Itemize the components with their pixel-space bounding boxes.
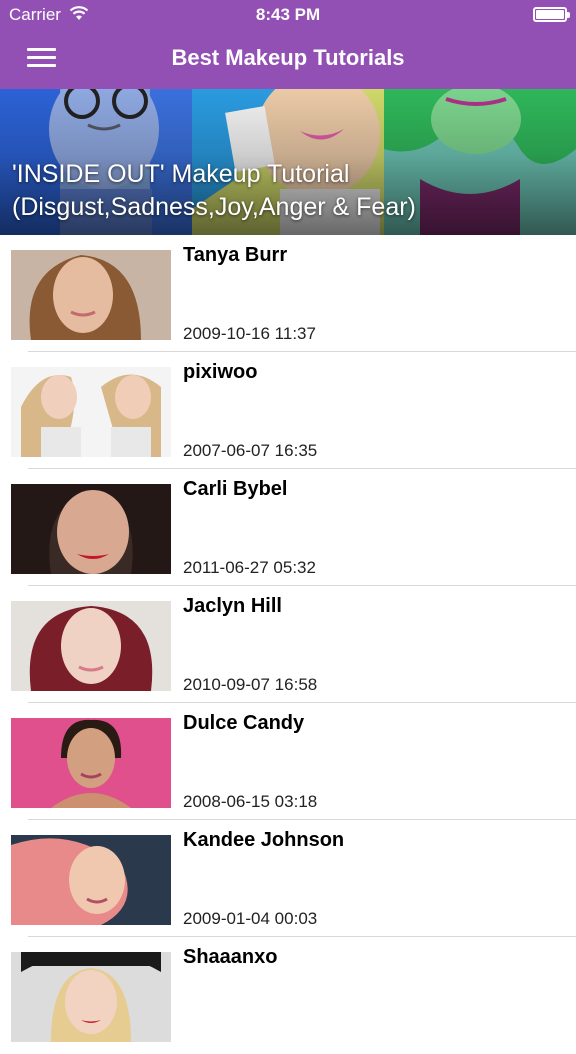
channel-name: pixiwoo xyxy=(183,361,258,383)
channel-date: 2010-09-07 16:58 xyxy=(183,675,318,694)
featured-video-title: 'INSIDE OUT' Makeup Tutorial (Disgust,Sa… xyxy=(12,158,572,224)
channel-thumbnail xyxy=(11,484,171,574)
channel-thumbnail xyxy=(11,250,171,340)
channel-name: Jaclyn Hill xyxy=(183,595,282,617)
status-bar: Carrier 8:43 PM xyxy=(0,0,576,30)
channel-thumbnail xyxy=(11,718,171,808)
channel-thumbnail xyxy=(11,367,171,457)
list-item[interactable]: Kandee Johnson 2009-01-04 00:03 xyxy=(0,820,576,937)
channel-name: Dulce Candy xyxy=(183,712,305,734)
channel-date: 2011-06-27 05:32 xyxy=(183,558,316,577)
channel-name: Carli Bybel xyxy=(183,478,288,500)
channel-date: 2009-10-16 11:37 xyxy=(183,324,316,343)
channel-date: 2009-01-04 00:03 xyxy=(183,909,318,928)
channel-name: Shaaanxo xyxy=(183,946,278,968)
list-item[interactable]: Shaaanxo xyxy=(0,937,576,1054)
channel-name: Tanya Burr xyxy=(183,244,288,266)
channel-date: 2008-06-15 03:18 xyxy=(183,792,318,811)
channel-date: 2007-06-07 16:35 xyxy=(183,441,318,460)
featured-video-banner[interactable]: 'INSIDE OUT' Makeup Tutorial (Disgust,Sa… xyxy=(0,89,576,235)
list-item[interactable]: Tanya Burr 2009-10-16 11:37 xyxy=(0,235,576,352)
channel-list: Tanya Burr 2009-10-16 11:37 pixiwoo 2007… xyxy=(0,235,576,1054)
list-item[interactable]: Carli Bybel 2011-06-27 05:32 xyxy=(0,469,576,586)
channel-thumbnail xyxy=(11,835,171,925)
channel-thumbnail xyxy=(11,601,171,691)
channel-thumbnail xyxy=(11,952,171,1042)
navigation-bar: Carrier 8:43 PM Best Makeup Tutorials xyxy=(0,0,576,89)
featured-title-line-1: 'INSIDE OUT' Makeup Tutorial xyxy=(12,160,350,188)
clock-time: 8:43 PM xyxy=(255,5,321,24)
list-item[interactable]: Dulce Candy 2008-06-15 03:18 xyxy=(0,703,576,820)
channel-name: Kandee Johnson xyxy=(183,829,345,851)
featured-title-line-2: (Disgust,Sadness,Joy,Anger & Fear) xyxy=(12,193,416,221)
battery-icon xyxy=(533,7,570,22)
list-item[interactable]: pixiwoo 2007-06-07 16:35 xyxy=(0,352,576,469)
list-item[interactable]: Jaclyn Hill 2010-09-07 16:58 xyxy=(0,586,576,703)
page-title: Best Makeup Tutorials xyxy=(171,45,405,70)
